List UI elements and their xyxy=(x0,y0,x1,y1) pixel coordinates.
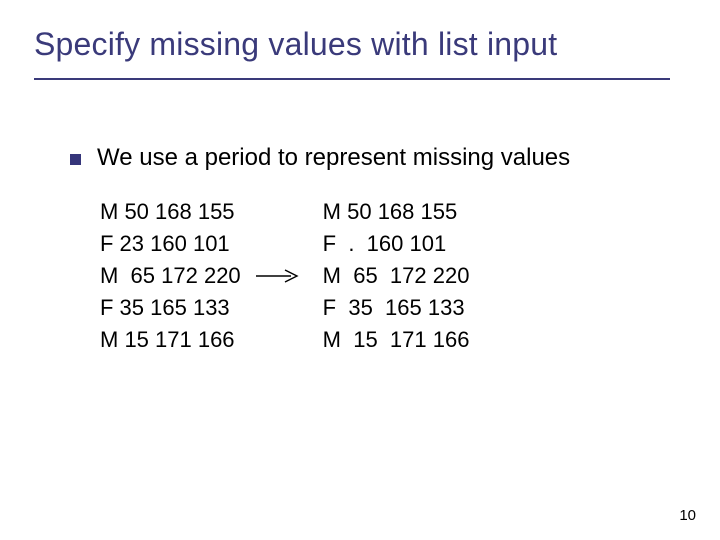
page-number: 10 xyxy=(679,507,696,524)
bullet-row: We use a period to represent missing val… xyxy=(70,144,570,172)
title-underline xyxy=(34,78,670,80)
slide: Specify missing values with list input W… xyxy=(0,0,720,540)
data-block-left: M 50 168 155 F 23 160 101 M 65 172 220 F… xyxy=(100,196,241,355)
data-area: M 50 168 155 F 23 160 101 M 65 172 220 F… xyxy=(100,196,469,356)
slide-title: Specify missing values with list input xyxy=(34,26,557,63)
bullet-square-icon xyxy=(70,154,81,165)
data-block-right: M 50 168 155 F . 160 101 M 65 172 220 F … xyxy=(323,196,470,355)
bullet-text: We use a period to represent missing val… xyxy=(97,144,570,172)
arrow-icon xyxy=(255,196,299,356)
